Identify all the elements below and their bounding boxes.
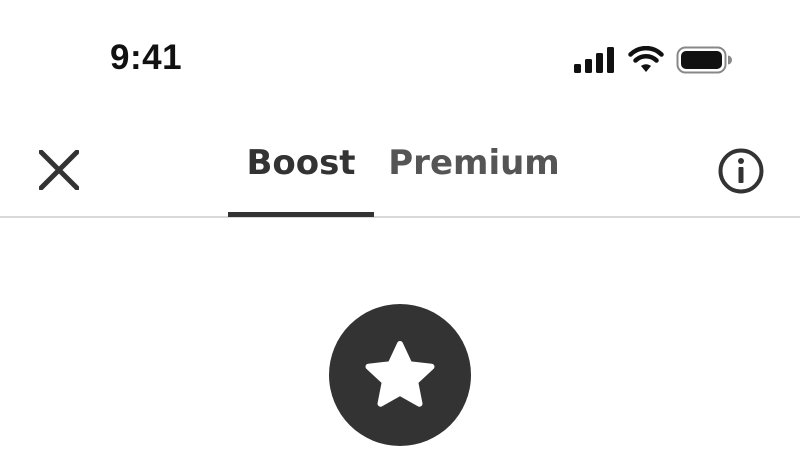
tab-premium-label: Premium — [388, 143, 560, 183]
signal-icon — [574, 47, 614, 73]
status-bar: 9:41 — [0, 0, 800, 110]
status-icons — [574, 44, 732, 76]
info-button[interactable] — [713, 143, 769, 199]
boost-screen: 9:41 Boost Premium — [0, 0, 800, 450]
close-icon — [39, 150, 79, 190]
tab-boost-label: Boost — [246, 143, 356, 183]
info-icon — [718, 148, 764, 194]
boost-badge — [329, 304, 471, 446]
close-button[interactable] — [32, 143, 86, 197]
active-tab-indicator — [228, 212, 374, 217]
nav-header: Boost Premium — [0, 110, 800, 218]
tab-boost[interactable]: Boost — [228, 110, 374, 216]
battery-icon — [676, 46, 732, 74]
status-time: 9:41 — [110, 38, 183, 77]
tab-premium[interactable]: Premium — [386, 110, 562, 216]
wifi-icon — [628, 46, 664, 72]
star-icon — [365, 341, 435, 407]
